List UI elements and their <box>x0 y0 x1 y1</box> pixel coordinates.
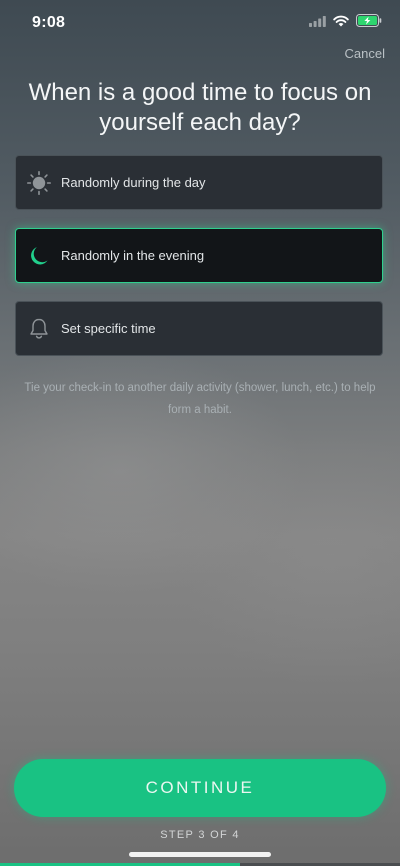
continue-button-label: CONTINUE <box>145 778 255 797</box>
continue-button[interactable]: CONTINUE <box>14 759 386 817</box>
option-evening[interactable]: Randomly in the evening <box>15 228 383 283</box>
home-indicator[interactable] <box>129 852 271 857</box>
battery-charging-icon <box>356 14 382 32</box>
cellular-signal-icon <box>309 14 326 32</box>
option-label: Set specific time <box>61 321 156 336</box>
cancel-button[interactable]: Cancel <box>345 46 385 61</box>
status-icons <box>309 14 382 32</box>
status-bar: 9:08 <box>0 0 400 48</box>
option-label: Randomly in the evening <box>61 248 205 263</box>
option-specific-time[interactable]: Set specific time <box>15 301 383 356</box>
page-title: When is a good time to focus on yourself… <box>28 79 372 136</box>
wifi-icon <box>333 14 349 32</box>
moon-icon <box>27 244 51 268</box>
option-label: Randomly during the day <box>61 175 206 190</box>
sun-icon <box>27 170 51 195</box>
habit-hint: Tie your check-in to another daily activ… <box>24 382 376 416</box>
bell-icon <box>27 317 51 341</box>
step-indicator: STEP 3 OF 4 <box>160 829 240 841</box>
option-during-day[interactable]: Randomly during the day <box>15 155 383 210</box>
status-time: 9:08 <box>32 14 66 31</box>
